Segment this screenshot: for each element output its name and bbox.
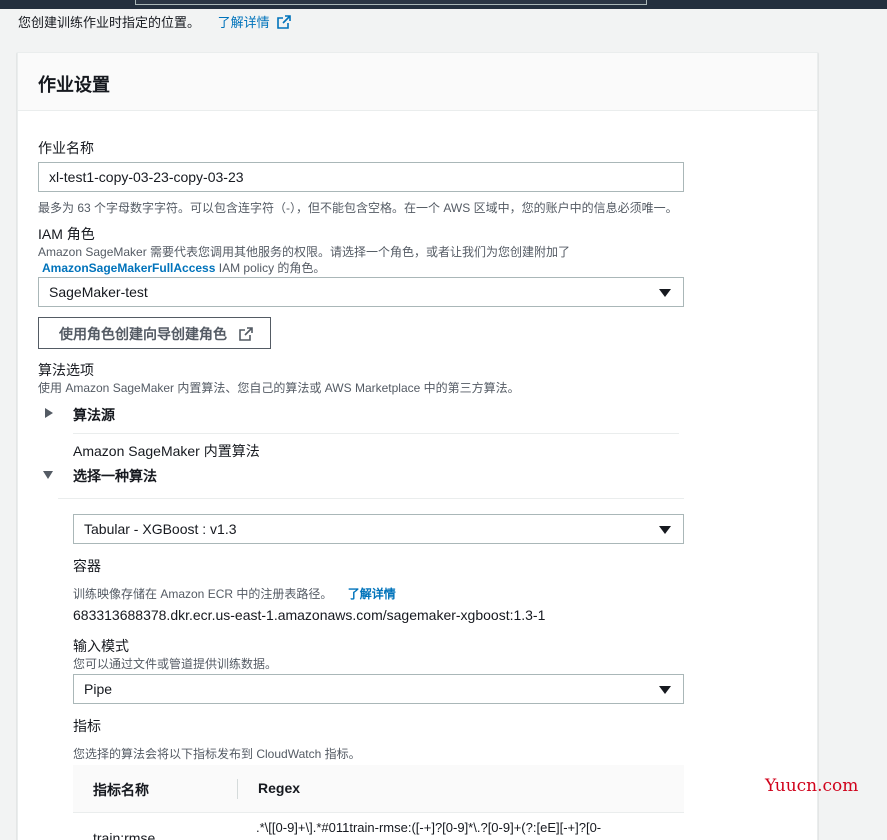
intro-description: 您创建训练作业时指定的位置。 (18, 15, 201, 30)
iam-role-select[interactable]: SageMaker-test (38, 277, 684, 307)
topbar-search-field[interactable] (135, 0, 647, 5)
metric-name-cell: train:rmse (93, 830, 156, 840)
caret-down-icon (659, 686, 671, 694)
column-header-metric-name: 指标名称 (93, 782, 149, 798)
input-mode-selected: Pipe (84, 681, 113, 697)
policy-name-link[interactable]: AmazonSageMakerFullAccess (42, 261, 215, 275)
algorithm-options-label: 算法选项 (38, 362, 94, 378)
job-settings-panel: 作业设置 作业名称 xl-test1-copy-03-23-copy-03-23… (17, 52, 818, 840)
external-link-icon (239, 327, 253, 341)
column-separator (237, 779, 238, 799)
iam-role-label: IAM 角色 (38, 226, 95, 242)
caret-right-icon[interactable] (45, 408, 53, 418)
intro-learn-more-label: 了解详情 (217, 15, 270, 30)
input-mode-desc: 您可以通过文件或管道提供训练数据。 (73, 657, 278, 671)
metrics-desc: 您选择的算法会将以下指标发布到 CloudWatch 指标。 (73, 747, 361, 761)
create-role-button-label: 使用角色创建向导创建角色 (59, 326, 227, 342)
metrics-label: 指标 (73, 718, 101, 734)
watermark-text: Yuucn.com (765, 776, 859, 796)
job-name-input[interactable]: xl-test1-copy-03-23-copy-03-23 (38, 162, 684, 192)
input-mode-label: 输入模式 (73, 638, 129, 654)
create-role-button[interactable]: 使用角色创建向导创建角色 (38, 317, 271, 349)
column-header-regex: Regex (258, 780, 301, 796)
panel-title: 作业设置 (38, 75, 110, 95)
caret-down-icon (659, 289, 671, 297)
algorithm-source-label[interactable]: 算法源 (73, 405, 115, 425)
algorithm-source-value: Amazon SageMaker 内置算法 (73, 443, 260, 459)
caret-down-icon[interactable] (43, 471, 53, 479)
panel-header (18, 53, 817, 111)
job-name-hint: 最多为 63 个字母数字字符。可以包含连字符（-），但不能包含空格。在一个 AW… (38, 201, 678, 215)
algorithm-select[interactable]: Tabular - XGBoost : v1.3 (73, 514, 684, 544)
caret-down-icon (659, 526, 671, 534)
metrics-table-header: 指标名称 Regex (73, 765, 684, 813)
iam-role-selected: SageMaker-test (49, 284, 148, 300)
divider (73, 433, 679, 434)
algorithm-options-desc: 使用 Amazon SageMaker 内置算法、您自己的算法或 AWS Mar… (38, 381, 520, 395)
choose-algorithm-label[interactable]: 选择一种算法 (73, 466, 157, 486)
iam-role-desc-tail: IAM policy 的角色。 (215, 261, 326, 275)
divider (58, 498, 684, 499)
iam-role-desc-line2: AmazonSageMakerFullAccess IAM policy 的角色… (38, 259, 325, 276)
input-mode-select[interactable]: Pipe (73, 674, 684, 704)
intro-text: 您创建训练作业时指定的位置。 了解详情 (18, 12, 292, 31)
algorithm-selected: Tabular - XGBoost : v1.3 (84, 521, 237, 537)
container-path: 683313688378.dkr.ecr.us-east-1.amazonaws… (73, 607, 546, 623)
intro-learn-more-link[interactable]: 了解详情 (218, 15, 292, 30)
container-learn-more-link[interactable]: 了解详情 (348, 587, 396, 601)
external-link-icon (277, 15, 292, 29)
iam-role-desc-line1: Amazon SageMaker 需要代表您调用其他服务的权限。请选择一个角色，… (38, 245, 571, 259)
metric-regex-cell: .*\[[0-9]+\].*#011train-rmse:([-+]?[0-9]… (256, 820, 602, 835)
container-desc: 训练映像存储在 Amazon ECR 中的注册表路径。 (73, 587, 333, 601)
job-name-label: 作业名称 (38, 140, 94, 156)
container-label: 容器 (73, 558, 101, 574)
container-desc-row: 训练映像存储在 Amazon ECR 中的注册表路径。 了解详情 (73, 585, 396, 602)
top-navigation-bar (0, 0, 887, 9)
